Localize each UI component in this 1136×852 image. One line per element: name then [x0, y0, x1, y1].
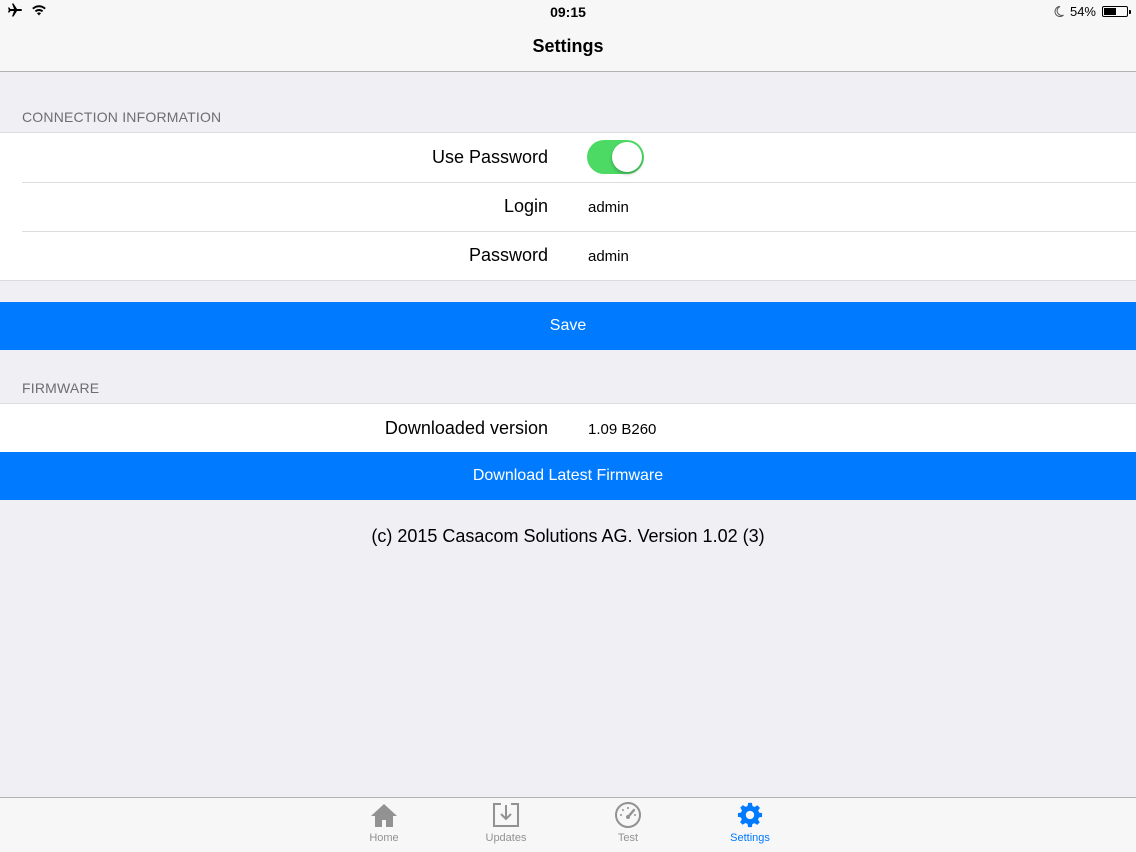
home-icon — [371, 804, 397, 827]
login-field[interactable]: admin — [588, 199, 629, 216]
page-title: Settings — [532, 36, 604, 56]
tab-test[interactable]: Test — [588, 802, 668, 844]
password-row: Password admin — [0, 231, 1136, 280]
tab-settings-label: Settings — [730, 832, 770, 844]
toggle-knob — [612, 142, 642, 172]
navigation-bar: Settings — [0, 24, 1136, 72]
downloaded-version-row: Downloaded version 1.09 B260 — [0, 404, 1136, 453]
use-password-label: Use Password — [431, 147, 548, 167]
download-latest-firmware-button[interactable]: Download Latest Firmware — [0, 452, 1136, 500]
battery-icon — [1102, 6, 1131, 17]
use-password-row: Use Password — [0, 133, 1136, 182]
status-bar: 09:15 54% — [0, 0, 1136, 24]
save-button[interactable]: Save — [0, 302, 1136, 350]
tab-home-label: Home — [369, 832, 399, 844]
tab-updates-label: Updates — [485, 832, 527, 844]
status-time: 09:15 — [550, 4, 586, 20]
login-row: Login admin — [0, 182, 1136, 231]
firmware-group: Downloaded version 1.09 B260 — [0, 403, 1136, 453]
speedometer-icon — [615, 802, 641, 828]
tab-home[interactable]: Home — [344, 802, 424, 844]
connection-group: Use Password Login admin Password admin — [0, 132, 1136, 281]
tab-updates[interactable]: Updates — [466, 802, 546, 844]
firmware-section-header: FIRMWARE — [22, 380, 100, 396]
copyright-text: (c) 2015 Casacom Solutions AG. Version 1… — [371, 526, 765, 546]
password-label: Password — [468, 245, 548, 265]
password-field[interactable]: admin — [588, 248, 629, 265]
tab-bar: Home Updates Test Settings — [0, 797, 1136, 852]
gear-icon — [737, 802, 763, 828]
connection-section-header: CONNECTION INFORMATION — [22, 109, 222, 125]
moon-icon — [1054, 6, 1064, 17]
use-password-toggle[interactable] — [587, 140, 644, 174]
downloaded-version-value: 1.09 B260 — [588, 421, 657, 438]
download-icon — [493, 803, 519, 827]
battery-percent: 54% — [1069, 4, 1096, 19]
downloaded-version-label: Downloaded version — [384, 418, 548, 438]
login-label: Login — [503, 196, 548, 216]
tab-test-label: Test — [617, 832, 639, 844]
tab-settings[interactable]: Settings — [710, 802, 790, 844]
